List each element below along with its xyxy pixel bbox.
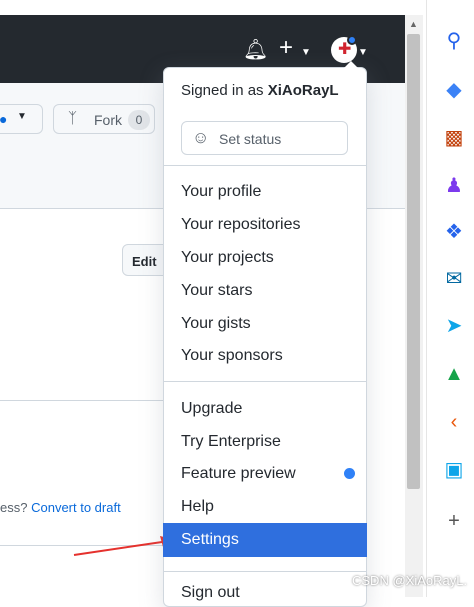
fork-button[interactable]: ᛉ Fork 0 [53,104,155,134]
divider [0,400,163,401]
chevron-down-icon: ▼ [17,111,27,122]
plus-icon[interactable]: + [279,36,293,60]
signed-in-prefix: Signed in as [181,82,264,99]
settings-label: Settings [181,531,239,548]
menu-item-your-projects[interactable]: Your projects [181,249,274,267]
tree-icon[interactable]: ▲ [442,362,466,386]
bell-icon[interactable]: 🔔︎ [243,40,268,60]
menu-item-your-profile[interactable]: Your profile [181,183,261,201]
notification-dot [347,35,357,45]
scroll-up-icon[interactable]: ▲ [409,19,418,29]
dropdown-caret [344,61,358,68]
menu-item-your-sponsors[interactable]: Your sponsors [181,347,283,365]
chess-icon[interactable]: ♟ [442,174,466,198]
add-icon[interactable]: + [442,509,466,533]
outlook-icon[interactable]: ✉ [442,267,466,291]
menu-item-help[interactable]: Help [181,498,214,516]
menu-item-your-stars[interactable]: Your stars [181,282,252,300]
scroll-thumb[interactable] [407,34,420,489]
set-status-label: Set status [219,131,282,147]
fork-count: 0 [128,110,150,130]
smiley-icon: ☺ [192,128,210,147]
watermark: CSDN @XiAoRayL. [352,573,468,588]
watch-icon: ● [0,111,8,127]
menu-item-your-gists[interactable]: Your gists [181,315,251,333]
search-icon[interactable]: ⚲ [442,29,466,53]
still-prefix: ess? [0,500,28,515]
set-status-button[interactable]: ☺ Set status [181,121,348,155]
feature-preview-dot [344,468,355,479]
browser-top-strip [0,0,408,15]
watch-button[interactable]: ● ▼ [0,104,43,134]
avatar-chevron-down-icon[interactable]: ▼ [358,43,368,63]
signed-in-header: Signed in as XiAoRayL [181,82,339,99]
menu-item-try-enterprise[interactable]: Try Enterprise [181,433,281,451]
toolbox-icon[interactable]: ▩ [442,126,466,150]
menu-item-feature-preview[interactable]: Feature preview [181,465,296,483]
menu-divider [163,381,367,382]
menu-item-sign-out[interactable]: Sign out [181,584,240,602]
menu-divider [163,165,367,166]
send-icon[interactable]: ➤ [442,314,466,338]
username: XiAoRayL [267,82,339,99]
menu-item-your-repositories[interactable]: Your repositories [181,216,300,234]
fork-label: Fork [94,112,122,128]
menu-divider [163,571,367,572]
chevron-down-icon[interactable]: ▼ [301,43,311,63]
convert-to-draft-link[interactable]: Convert to draft [31,500,121,515]
bilibili-icon[interactable]: ▣ [442,458,466,482]
avatar-cross-icon: ✚ [338,41,352,58]
still-in-progress-text: ess? Convert to draft [0,500,121,515]
menu-item-settings[interactable]: Settings [163,523,367,557]
tag-icon[interactable]: ◆ [442,78,466,102]
leetcode-icon[interactable]: ‹ [442,410,466,434]
copilot-icon[interactable]: ❖ [442,220,466,244]
menu-item-upgrade[interactable]: Upgrade [181,400,242,418]
fork-icon: ᛉ [68,110,78,127]
